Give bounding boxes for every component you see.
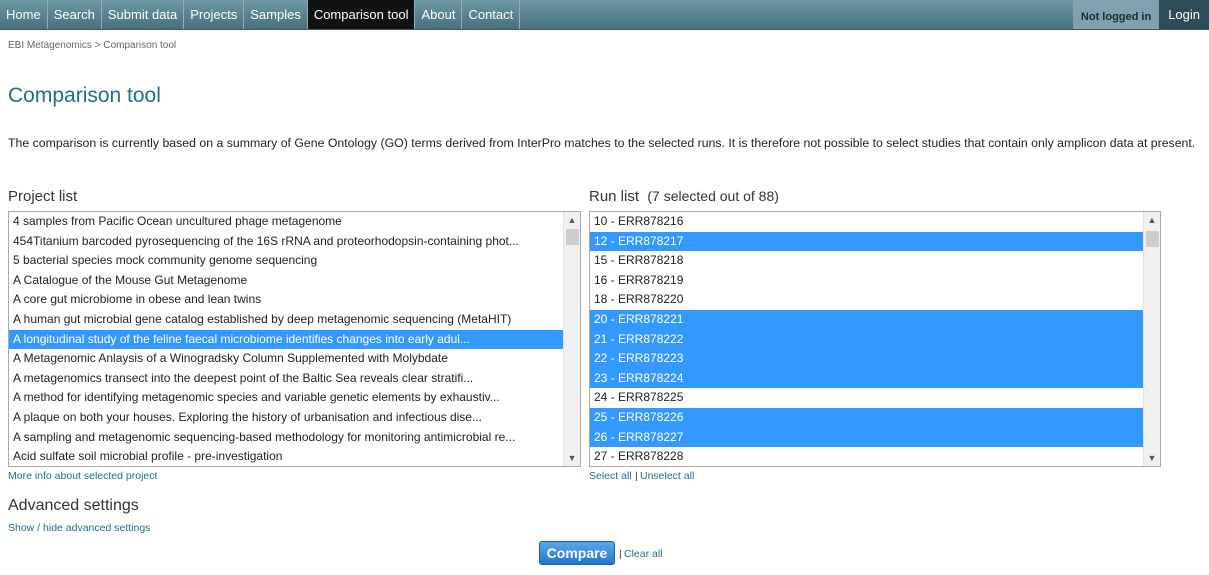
project-option[interactable]: 454Titanium barcoded pyrosequencing of t… [9,232,563,252]
toggle-advanced-settings-link[interactable]: Show / hide advanced settings [8,522,150,534]
project-list-scroll-thumb[interactable] [566,229,579,245]
nav-menu: Home Search Submit data Projects Samples… [0,0,1209,29]
breadcrumb-root-link[interactable]: EBI Metagenomics [8,40,92,51]
run-option[interactable]: 23 - ERR878224 [590,368,1143,389]
project-option[interactable]: A human gut microbial gene catalog estab… [9,310,563,330]
project-option[interactable]: A method for identifying metagenomic spe… [9,388,563,408]
clear-all-link[interactable]: Clear all [624,548,663,560]
run-option[interactable]: 20 - ERR878221 [590,309,1143,330]
run-option[interactable]: 18 - ERR878220 [590,290,1143,310]
project-option[interactable]: A longitudinal study of the feline faeca… [9,329,563,350]
nav-item-contact[interactable]: Contact [462,0,521,29]
run-list-rows: 10 - ERR878216 12 - ERR878217 15 - ERR8782… [590,212,1143,466]
run-selection-count: (7 selected out of 88) [647,188,779,204]
run-option[interactable]: 26 - ERR878227 [590,427,1143,448]
compare-button[interactable]: Compare [539,541,615,565]
project-option[interactable]: A metagenomics transect into the deepest… [9,369,563,389]
nav-item-projects[interactable]: Projects [184,0,245,29]
run-option[interactable]: 22 - ERR878223 [590,349,1143,369]
run-option[interactable]: 27 - ERR878228 [590,447,1143,466]
run-option[interactable]: 21 - ERR878222 [590,329,1143,350]
project-list-scrollbar[interactable]: ▲ ▼ [563,212,580,466]
nav-item-home[interactable]: Home [0,0,48,29]
breadcrumb: EBI Metagenomics > Comparison tool [8,40,176,51]
project-list-rows: 4 samples from Pacific Ocean uncultured … [9,212,563,466]
project-list-label: Project list [8,188,78,205]
run-option[interactable]: 24 - ERR878225 [590,388,1143,408]
run-list-label: Run list [589,188,640,205]
login-status: Not logged in [1072,0,1160,29]
breadcrumb-separator: > [91,40,104,51]
breadcrumb-current: Comparison tool [103,40,177,51]
project-option[interactable]: A plaque on both your houses. Exploring … [9,408,563,428]
project-option[interactable]: A Metagenomic Anlaysis of a Winogradsky … [9,349,563,369]
login-button[interactable]: Login [1159,0,1209,29]
run-option[interactable]: 15 - ERR878218 [590,251,1143,271]
link-separator: | [635,470,638,482]
scroll-up-arrow-icon[interactable]: ▲ [564,212,580,228]
project-option[interactable]: Acid sulfate soil microbial profile - pr… [9,447,563,466]
run-option[interactable]: 12 - ERR878217 [590,231,1143,252]
nav-item-samples[interactable]: Samples [244,0,308,29]
scroll-down-arrow-icon[interactable]: ▼ [564,450,580,466]
project-option[interactable]: A sampling and metagenomic sequencing-ba… [9,428,563,448]
project-option[interactable]: 4 samples from Pacific Ocean uncultured … [9,212,563,232]
project-option[interactable]: A core gut microbiome in obese and lean … [9,290,563,310]
top-navigation-bar: Home Search Submit data Projects Samples… [0,0,1209,30]
scroll-down-arrow-icon[interactable]: ▼ [1144,450,1160,466]
project-option[interactable]: 5 bacterial species mock community genom… [9,251,563,271]
run-listbox[interactable]: 10 - ERR878216 12 - ERR878217 15 - ERR8782… [589,211,1161,467]
select-all-link[interactable]: Select all [589,470,632,482]
run-option[interactable]: 25 - ERR878226 [590,407,1143,428]
intro-text: The comparison is currently based on a s… [8,136,1196,150]
project-option[interactable]: A Catalogue of the Mouse Gut Metagenome [9,271,563,291]
run-list-scroll-thumb[interactable] [1146,231,1159,247]
run-list-header: Run list (7 selected out of 88) [589,188,779,205]
nav-item-search[interactable]: Search [48,0,102,29]
more-info-project-link[interactable]: More info about selected project [8,470,157,482]
scroll-up-arrow-icon[interactable]: ▲ [1144,212,1160,228]
nav-item-comparison-tool[interactable]: Comparison tool [307,0,416,29]
nav-item-about[interactable]: About [415,0,463,29]
action-separator: | [619,548,622,560]
account-area: Not logged in Login [1072,0,1209,29]
run-list-scrollbar[interactable]: ▲ ▼ [1143,212,1160,466]
nav-item-submit-data[interactable]: Submit data [102,0,185,29]
page-title: Comparison tool [8,84,161,107]
run-option[interactable]: 10 - ERR878216 [590,212,1143,232]
advanced-settings-heading: Advanced settings [8,497,139,514]
unselect-all-link[interactable]: Unselect all [640,470,694,482]
project-listbox[interactable]: 4 samples from Pacific Ocean uncultured … [8,211,581,467]
run-option[interactable]: 16 - ERR878219 [590,271,1143,291]
